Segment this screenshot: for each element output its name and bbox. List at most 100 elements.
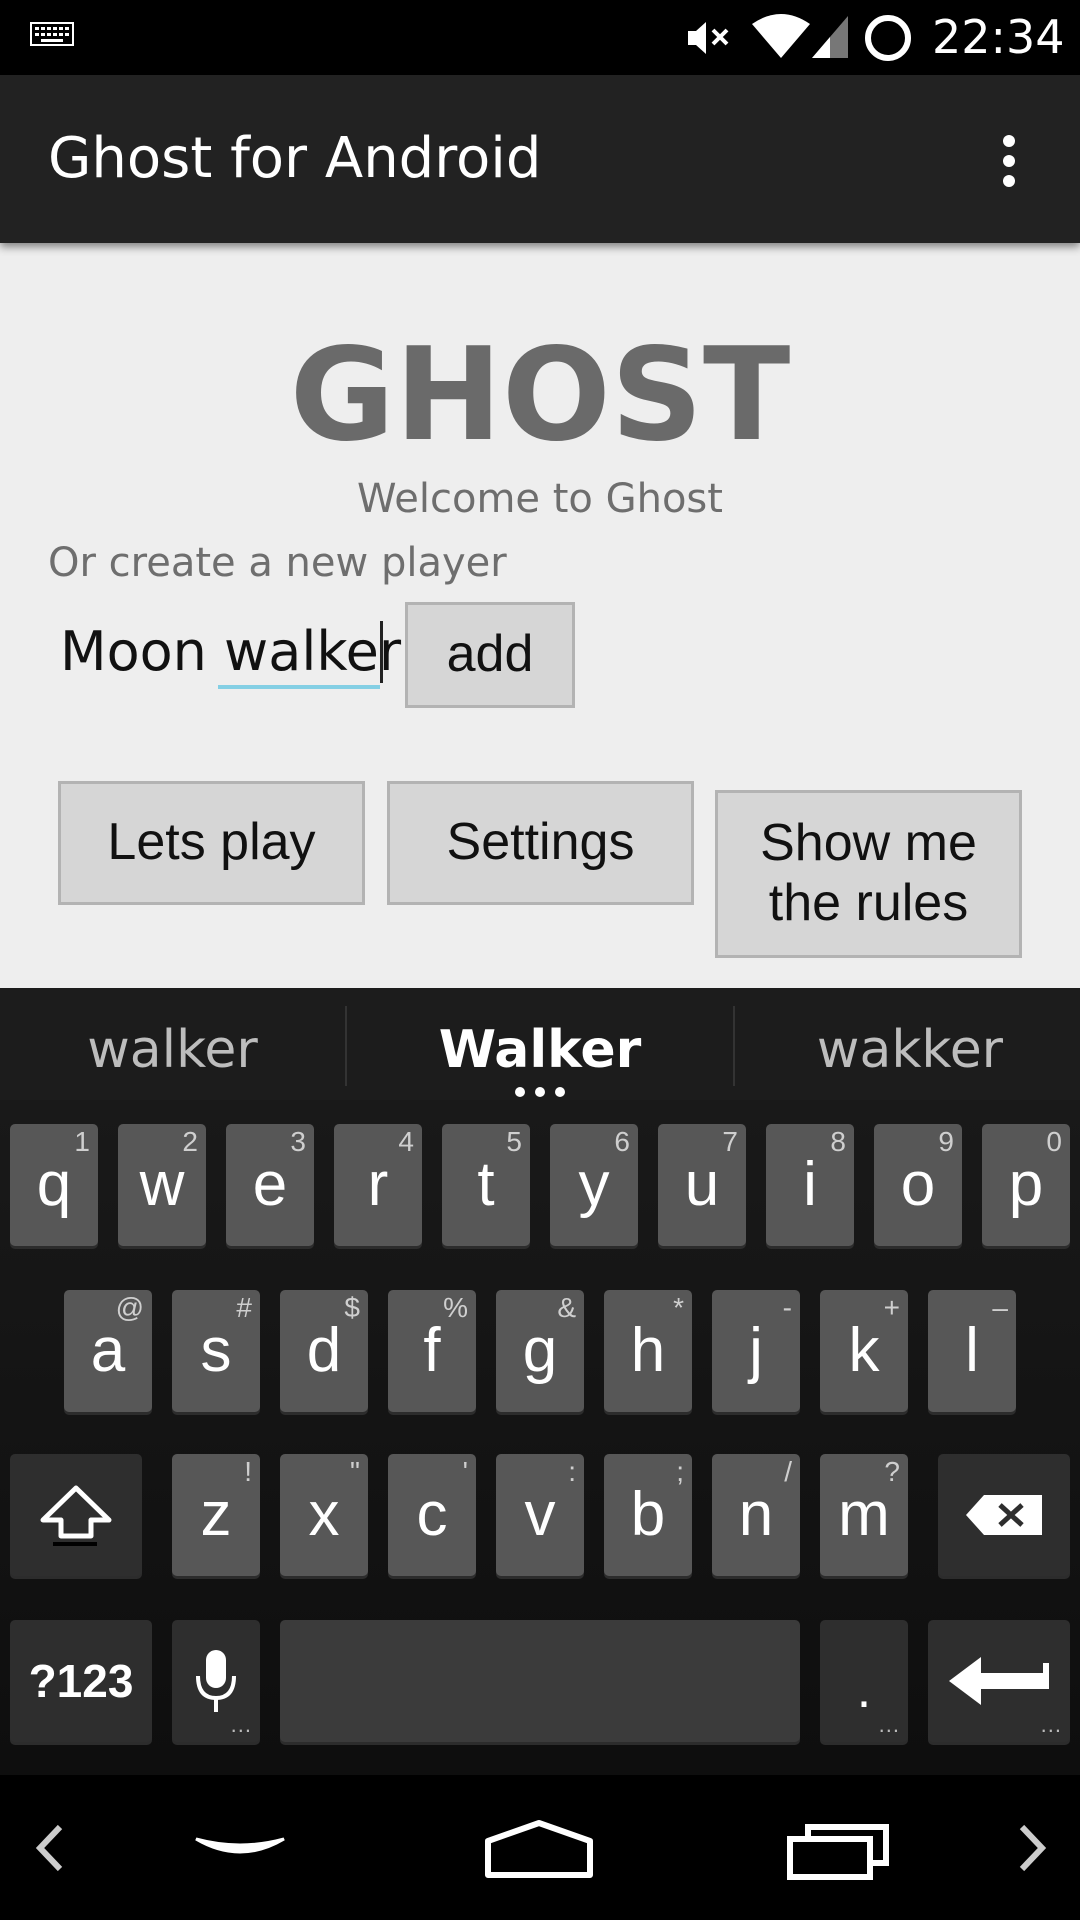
more-vert-icon[interactable] <box>994 131 1024 191</box>
show-rules-button[interactable]: Show me the rules <box>715 790 1022 958</box>
wifi-icon <box>750 12 812 64</box>
space-key[interactable] <box>280 1620 800 1742</box>
key-h[interactable]: h * <box>604 1290 692 1412</box>
backspace-icon <box>938 1454 1070 1576</box>
backspace-key[interactable] <box>938 1454 1070 1576</box>
suggestion-2[interactable]: Walker <box>350 1018 730 1082</box>
text-cursor <box>380 621 383 683</box>
key-hint: – <box>992 1292 1008 1323</box>
key-g[interactable]: g & <box>496 1290 584 1412</box>
clock: 22:34 <box>932 10 1065 64</box>
soft-keyboard: walker Walker wakker q1w2e3r4t5y6u7i8o9p… <box>0 988 1080 1775</box>
mic-key[interactable]: ... <box>172 1620 260 1742</box>
key-hint: # <box>236 1292 252 1323</box>
sync-icon <box>862 12 914 68</box>
game-title: GHOST <box>289 321 791 470</box>
action-bar: Ghost for Android <box>0 75 1080 243</box>
key-hint: 5 <box>506 1126 522 1157</box>
enter-key[interactable]: ... <box>928 1620 1070 1742</box>
key-hint: * <box>673 1292 684 1323</box>
key-d[interactable]: d $ <box>280 1290 368 1412</box>
key-hint: " <box>350 1456 360 1487</box>
period-key[interactable]: . ... <box>820 1620 908 1742</box>
status-bar: 22:34 <box>0 0 1080 75</box>
key-hint: 3 <box>290 1126 306 1157</box>
symbols-key-label: ?123 <box>28 1655 134 1707</box>
key-w[interactable]: w2 <box>118 1124 206 1246</box>
key-j[interactable]: j- <box>712 1290 800 1412</box>
key-hint: / <box>784 1456 792 1487</box>
key-hint: 0 <box>1046 1126 1062 1157</box>
suggestion-3[interactable]: wakker <box>760 1018 1060 1082</box>
key-q[interactable]: q1 <box>10 1124 98 1246</box>
key-hint: 7 <box>722 1126 738 1157</box>
suggestion-divider <box>345 1006 347 1086</box>
key-l[interactable]: l – <box>928 1290 1016 1412</box>
key-hint: $ <box>344 1292 360 1323</box>
key-hint: 8 <box>830 1126 846 1157</box>
key-hint: + <box>883 1292 900 1323</box>
key-f[interactable]: f% <box>388 1290 476 1412</box>
key-hint: ; <box>676 1456 684 1487</box>
create-player-label: Or create a new player <box>48 540 507 586</box>
shift-icon <box>10 1454 142 1576</box>
key-m[interactable]: m? <box>820 1454 908 1576</box>
settings-button[interactable]: Settings <box>387 781 694 905</box>
key-hint: 1 <box>74 1126 90 1157</box>
key-hint: 4 <box>398 1126 414 1157</box>
key-hint: : <box>568 1456 576 1487</box>
key-u[interactable]: u7 <box>658 1124 746 1246</box>
key-t[interactable]: t5 <box>442 1124 530 1246</box>
navigation-bar <box>0 1775 1080 1920</box>
key-hint: 9 <box>938 1126 954 1157</box>
main-content: GHOST Welcome to Ghost Or create a new p… <box>0 243 1080 988</box>
suggestion-1[interactable]: walker <box>40 1018 305 1082</box>
key-v[interactable]: v: <box>496 1454 584 1576</box>
key-hint: - <box>782 1292 792 1323</box>
key-hint: ! <box>244 1456 252 1487</box>
key-hint: & <box>557 1292 576 1323</box>
player-name-value: Moon walker <box>60 620 402 683</box>
shift-key[interactable] <box>10 1454 142 1576</box>
suggestion-divider <box>733 1006 735 1086</box>
right-arrow-icon[interactable] <box>1016 1823 1048 1873</box>
key-p[interactable]: p0 <box>982 1124 1070 1246</box>
home-icon[interactable] <box>484 1819 594 1879</box>
recents-icon[interactable] <box>786 1819 892 1881</box>
key-y[interactable]: y6 <box>550 1124 638 1246</box>
key-hint: 2 <box>182 1126 198 1157</box>
welcome-text: Welcome to Ghost <box>357 476 723 522</box>
key-hint: @ <box>115 1292 144 1323</box>
key-k[interactable]: k + <box>820 1290 908 1412</box>
key-z[interactable]: z! <box>172 1454 260 1576</box>
hide-keyboard-icon[interactable] <box>192 1833 288 1867</box>
key-r[interactable]: r4 <box>334 1124 422 1246</box>
key-a[interactable]: a @ <box>64 1290 152 1412</box>
enter-more-indicator: ... <box>1040 1712 1062 1737</box>
key-b[interactable]: b; <box>604 1454 692 1576</box>
key-o[interactable]: o9 <box>874 1124 962 1246</box>
app-title: Ghost for Android <box>48 126 542 191</box>
key-hint: 6 <box>614 1126 630 1157</box>
left-arrow-icon[interactable] <box>34 1823 66 1873</box>
symbols-key[interactable]: ?123 <box>10 1620 152 1742</box>
key-c[interactable]: c ' <box>388 1454 476 1576</box>
key-e[interactable]: e3 <box>226 1124 314 1246</box>
key-n[interactable]: n / <box>712 1454 800 1576</box>
key-x[interactable]: x " <box>280 1454 368 1576</box>
suggestion-strip: walker Walker wakker <box>0 988 1080 1100</box>
key-hint: ? <box>884 1456 900 1487</box>
add-player-button[interactable]: add <box>405 602 575 708</box>
signal-icon <box>810 12 850 64</box>
mute-icon <box>686 16 734 64</box>
lets-play-button[interactable]: Lets play <box>58 781 365 905</box>
mic-more-indicator: ... <box>230 1712 252 1737</box>
key-hint: % <box>443 1292 468 1323</box>
more-suggestions-icon[interactable] <box>510 1083 570 1097</box>
period-more-indicator: ... <box>878 1712 900 1737</box>
key-i[interactable]: i8 <box>766 1124 854 1246</box>
player-name-input[interactable]: Moon walker <box>48 617 401 689</box>
composing-underline <box>218 685 380 689</box>
key-s[interactable]: s # <box>172 1290 260 1412</box>
key-hint: ' <box>462 1456 468 1487</box>
